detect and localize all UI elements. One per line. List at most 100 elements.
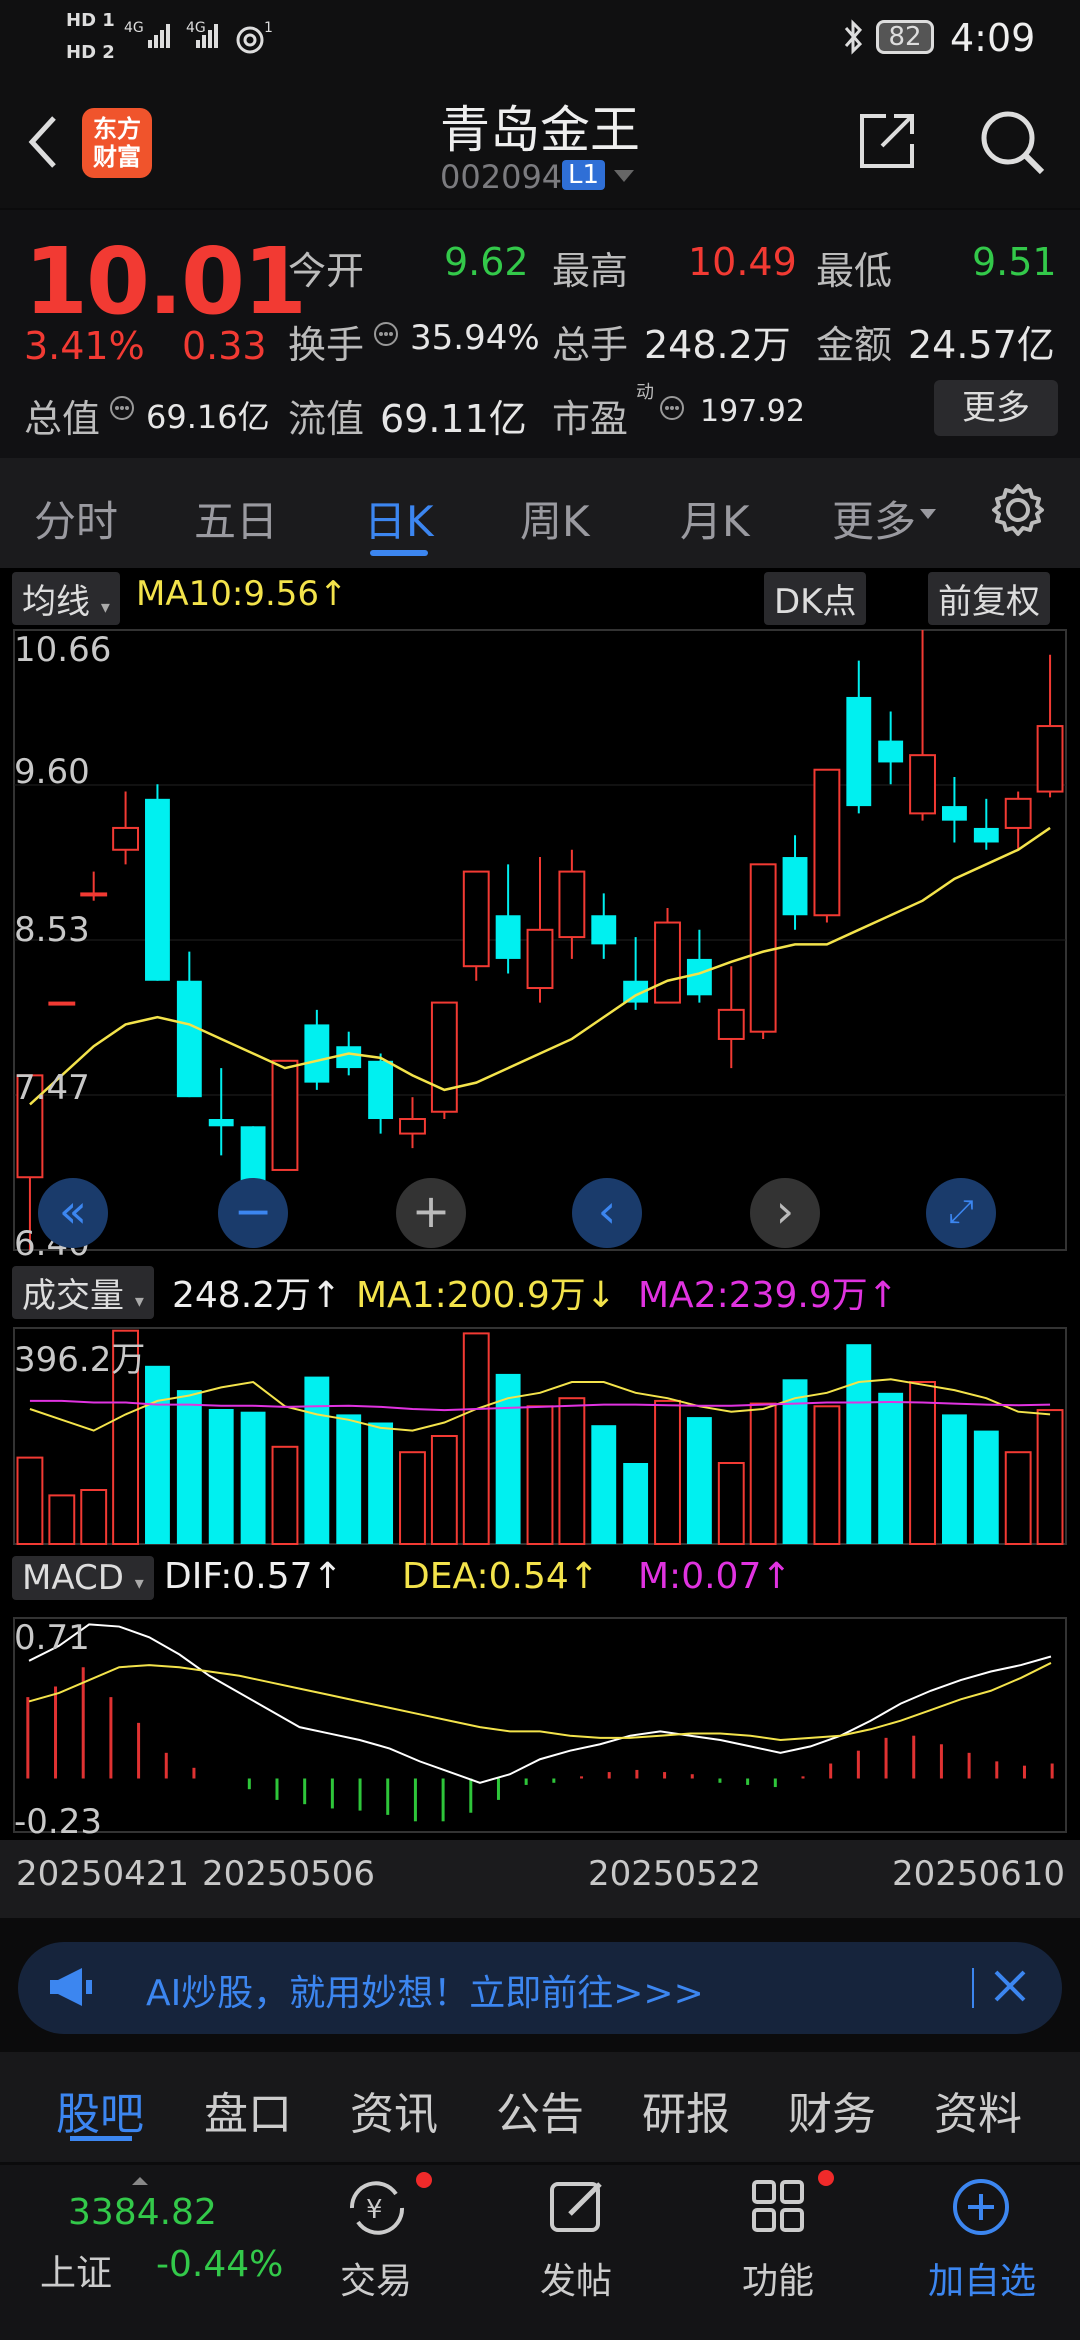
volume-bar — [846, 1344, 872, 1544]
tab-research[interactable]: 研报 — [642, 2078, 730, 2142]
chevron-up-icon[interactable] — [130, 2172, 150, 2191]
stock-code: 002094 — [440, 158, 563, 196]
info-circle-icon[interactable] — [108, 394, 138, 428]
tab-financials[interactable]: 财务 — [788, 2078, 876, 2142]
nav-add-watchlist[interactable]: 加自选 — [920, 2252, 1044, 2304]
chevron-down-icon[interactable] — [612, 168, 636, 188]
candle-body — [304, 1024, 330, 1083]
tab-forum[interactable]: 股吧 — [56, 2078, 144, 2142]
y-tick-label: 7.47 — [14, 1068, 90, 1108]
add-circle-icon[interactable] — [950, 2176, 1012, 2242]
date-label: 20250610 — [892, 1854, 1066, 1894]
gear-icon[interactable] — [990, 482, 1046, 542]
volume-bar — [16, 1456, 44, 1546]
chevron-down-icon[interactable] — [920, 506, 936, 525]
candle-body — [941, 806, 967, 821]
fullscreen-icon[interactable]: ⤢ — [926, 1178, 996, 1248]
dea-line — [28, 1662, 1052, 1741]
close-icon[interactable] — [988, 1964, 1032, 2012]
tab-announcements[interactable]: 公告 — [496, 2078, 584, 2142]
scroll-right-icon[interactable]: › — [750, 1178, 820, 1248]
adjust-button[interactable]: 前复权 — [928, 572, 1050, 625]
volume-bar — [878, 1392, 904, 1544]
volume-bar — [973, 1430, 999, 1544]
more-button[interactable]: 更多 — [934, 380, 1058, 436]
volume-bar — [717, 1462, 745, 1545]
candle-body — [558, 870, 586, 939]
banner-text[interactable]: AI炒股，就用妙想！立即前往>>> — [146, 1964, 704, 2016]
volume-bar — [941, 1414, 967, 1544]
volume-bar — [176, 1390, 202, 1544]
info-circle-icon[interactable] — [658, 394, 688, 428]
change-amount: 0.33 — [182, 324, 267, 368]
pe-superscript: 动 — [636, 382, 654, 403]
volume-axis-label: 396.2万 — [14, 1340, 146, 1380]
volume-bar — [208, 1409, 234, 1544]
dk-point-button[interactable]: DK点 — [764, 572, 867, 625]
svg-text:4G: 4G — [124, 20, 144, 36]
info-circle-icon[interactable] — [372, 320, 402, 354]
signal-icon: 4G 4G 1 — [124, 18, 274, 62]
back-arrow-icon[interactable] — [22, 112, 62, 176]
candle-body — [430, 1001, 458, 1113]
amount-value: 24.57亿 — [908, 323, 1055, 367]
trade-icon[interactable]: ¥ — [344, 2178, 410, 2242]
scroll-left-icon[interactable]: ‹ — [572, 1178, 642, 1248]
tab-profile[interactable]: 资料 — [934, 2078, 1022, 2142]
m-value: M:0.07↑ — [638, 1556, 792, 1597]
volume-bar — [399, 1451, 426, 1545]
candle-body — [462, 870, 490, 968]
volume-chart[interactable] — [0, 1320, 1080, 1550]
tab-monthly-k[interactable]: 月K — [680, 488, 750, 549]
volume-indicator-button[interactable]: 成交量 ▾ — [12, 1266, 154, 1319]
candle-body — [240, 1126, 266, 1185]
zoom-in-icon[interactable]: + — [396, 1178, 466, 1248]
y-tick-label: 8.53 — [14, 910, 90, 950]
tab-order-book[interactable]: 盘口 — [204, 2078, 292, 2142]
level-badge[interactable]: L1 — [562, 160, 606, 190]
nav-function[interactable]: 功能 — [728, 2252, 828, 2304]
tab-news[interactable]: 资讯 — [350, 2078, 438, 2142]
tab-intraday[interactable]: 分时 — [34, 488, 118, 549]
pe-value: 197.92 — [700, 394, 805, 429]
vol-ma2: MA2:239.9万↑ — [638, 1275, 898, 1316]
low-label: 最低 — [816, 249, 893, 293]
nav-trade[interactable]: 交易 — [326, 2252, 426, 2304]
macd-indicator-button[interactable]: MACD ▾ — [12, 1556, 154, 1600]
search-icon[interactable] — [978, 108, 1048, 182]
macd-chart[interactable] — [0, 1610, 1080, 1840]
candle-body — [399, 1118, 426, 1135]
candle-body — [749, 863, 777, 1033]
candle-body — [271, 1059, 299, 1171]
candle-body — [654, 921, 681, 1004]
nav-post[interactable]: 发帖 — [526, 2252, 626, 2304]
tab-weekly-k[interactable]: 周K — [520, 488, 590, 549]
battery-indicator: 82 — [876, 20, 934, 54]
volume-bar — [686, 1417, 712, 1544]
mktcap-value: 69.16亿 — [146, 398, 270, 436]
ma-toggle-button[interactable]: 均线 ▾ — [12, 572, 120, 625]
tab-more[interactable]: 更多 — [832, 488, 916, 549]
ma10-value: MA10:9.56↑ — [136, 574, 348, 614]
mktcap-label: 总值 — [24, 397, 101, 441]
share-icon[interactable] — [854, 108, 920, 178]
y-tick-label: 9.60 — [14, 752, 90, 792]
candle-body — [782, 857, 808, 916]
high-value: 10.49 — [688, 240, 797, 284]
candle-body — [717, 1008, 745, 1040]
notification-dot — [818, 2170, 834, 2186]
tab-five-day[interactable]: 五日 — [194, 488, 278, 549]
clock: 4:09 — [950, 16, 1036, 60]
tab-daily-k[interactable]: 日K — [364, 488, 434, 549]
last-price: 10.01 — [24, 228, 307, 335]
candle-body — [336, 1046, 362, 1069]
candle-body — [878, 740, 904, 763]
index-value[interactable]: 3384.82 — [68, 2192, 217, 2233]
candlestick-chart[interactable] — [0, 620, 1080, 1260]
candle-body — [813, 768, 841, 917]
zoom-out-icon[interactable]: − — [218, 1178, 288, 1248]
edit-post-icon[interactable] — [546, 2176, 608, 2242]
function-grid-icon[interactable] — [748, 2176, 810, 2242]
rewind-icon[interactable]: « — [38, 1178, 108, 1248]
volume-bar — [48, 1494, 76, 1545]
